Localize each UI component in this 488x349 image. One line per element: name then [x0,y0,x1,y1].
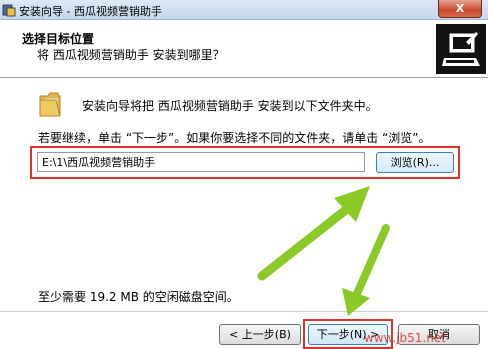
arrow-to-browse-icon [257,186,370,281]
arrow-to-next-icon [342,224,390,316]
folder-icon [39,92,61,117]
footer-divider [0,311,488,312]
disk-space-text: 至少需要 19.2 MB 的空闲磁盘空间。 [38,290,239,304]
intro-text: 安装向导将把 西瓜视频营销助手 安装到以下文件夹中。 [82,99,378,113]
installer-app-icon [2,4,16,17]
browse-button[interactable]: 浏览(R)... [376,152,454,173]
window-title: 安装向导 - 西瓜视频营销助手 [19,5,162,18]
page-subtitle: 将 西瓜视频营销助手 安装到哪里？ [37,48,225,62]
instruction-text: 若要继续，单击 “下一步”。如果你要选择不同的文件夹，请单击 “浏览”。 [38,131,431,145]
installer-computer-icon [436,24,486,74]
back-button[interactable]: < 上一步(B) [219,324,301,345]
title-bar: 安装向导 - 西瓜视频营销助手 X [0,0,488,20]
page-title: 选择目标位置 [22,32,95,46]
install-path-input[interactable] [37,152,365,172]
watermark-text: www.jb51.net [364,331,446,345]
wizard-header: 选择目标位置 将 西瓜视频营销助手 安装到哪里？ [0,20,488,78]
close-window-button[interactable]: X [438,0,482,18]
